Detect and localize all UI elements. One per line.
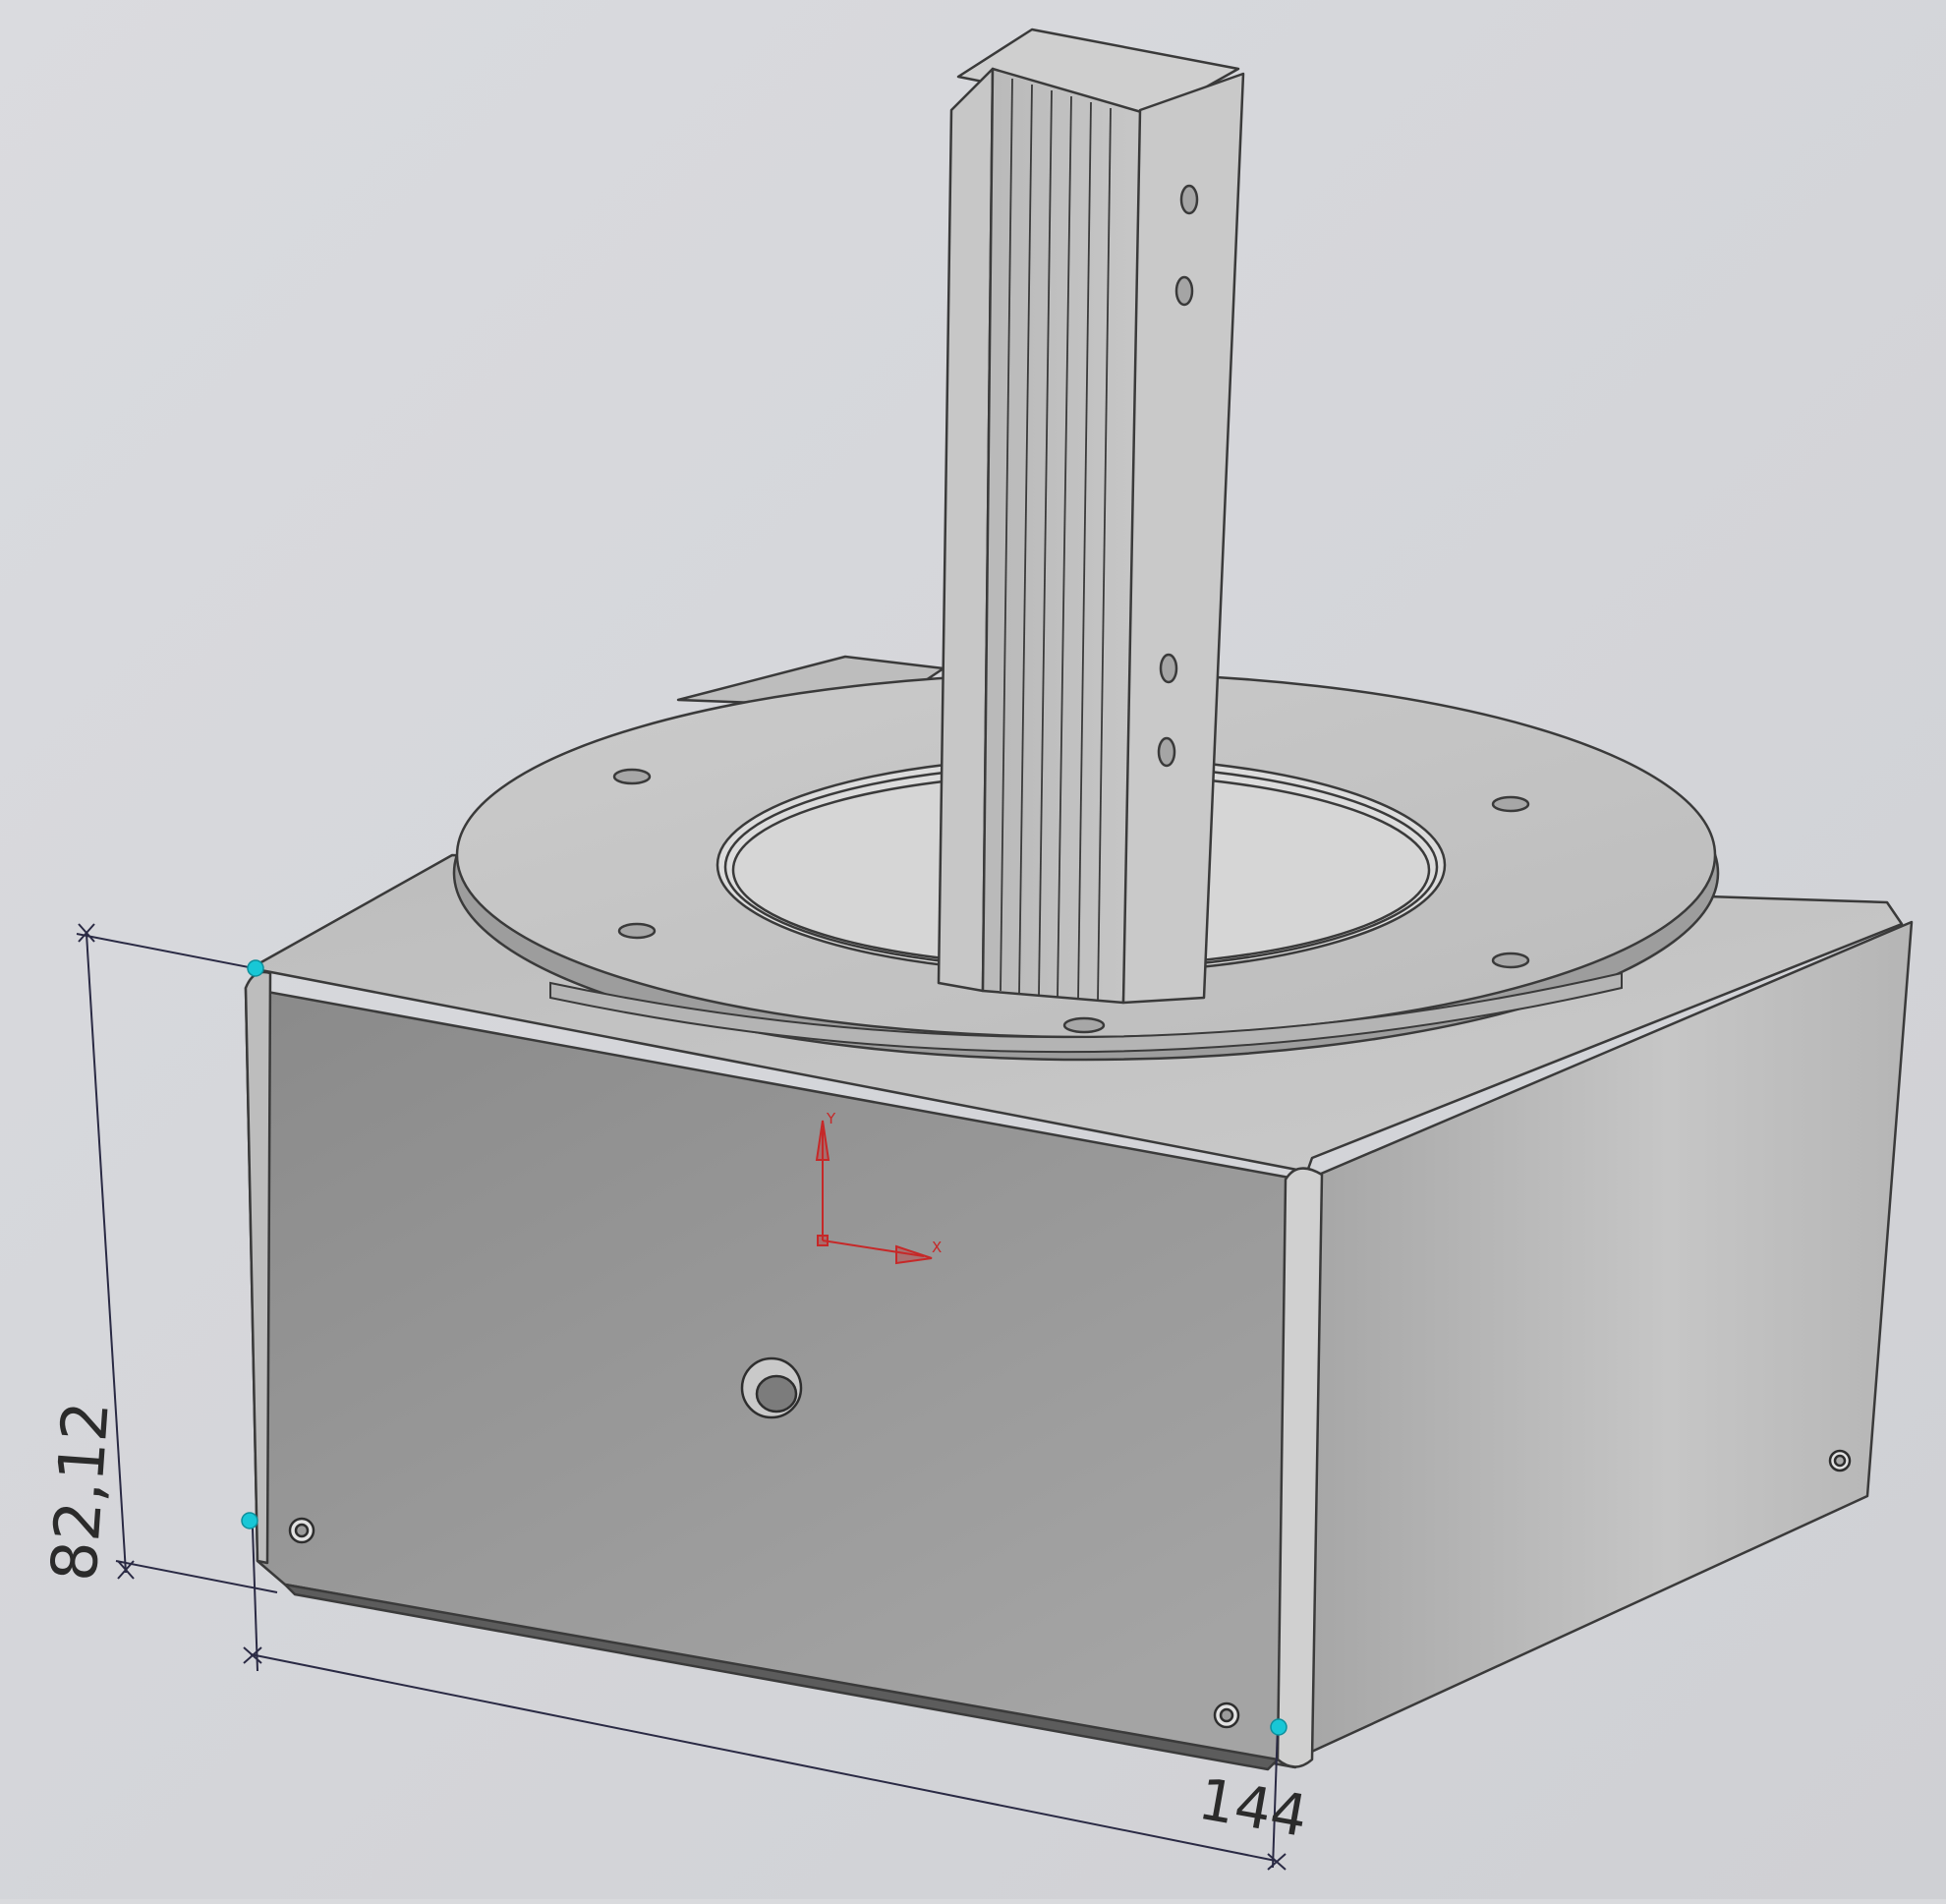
screw-hole-icon <box>1828 1449 1852 1472</box>
bolt-hole-icon <box>612 768 652 785</box>
pillar-hole-icon <box>1157 736 1176 768</box>
bolt-hole-icon <box>1062 1016 1106 1034</box>
bolt-hole-icon <box>1491 795 1530 813</box>
screw-hole-icon <box>288 1517 315 1544</box>
bolt-hole-icon <box>1491 952 1530 969</box>
pillar-hole-icon <box>1174 275 1194 307</box>
pillar-hole-icon <box>1179 184 1199 215</box>
triad-y-label: Y <box>826 1110 836 1127</box>
selection-point-icon[interactable] <box>1270 1718 1288 1736</box>
pillar-hole-icon <box>1159 653 1178 684</box>
selection-point-icon[interactable] <box>241 1512 258 1529</box>
front-center-hole-icon <box>740 1356 803 1419</box>
bolt-hole-icon <box>617 922 657 940</box>
cad-3d-viewport[interactable]: Y X 82,12 144 <box>0 0 1946 1899</box>
vertical-pillar[interactable] <box>937 28 1245 1005</box>
selection-point-icon[interactable] <box>247 959 264 977</box>
model-canvas[interactable]: Y X 82,12 144 <box>0 0 1946 1899</box>
triad-x-label: X <box>932 1239 942 1256</box>
height-dimension-value[interactable]: 82,12 <box>38 1399 124 1584</box>
screw-hole-icon <box>1213 1702 1240 1729</box>
